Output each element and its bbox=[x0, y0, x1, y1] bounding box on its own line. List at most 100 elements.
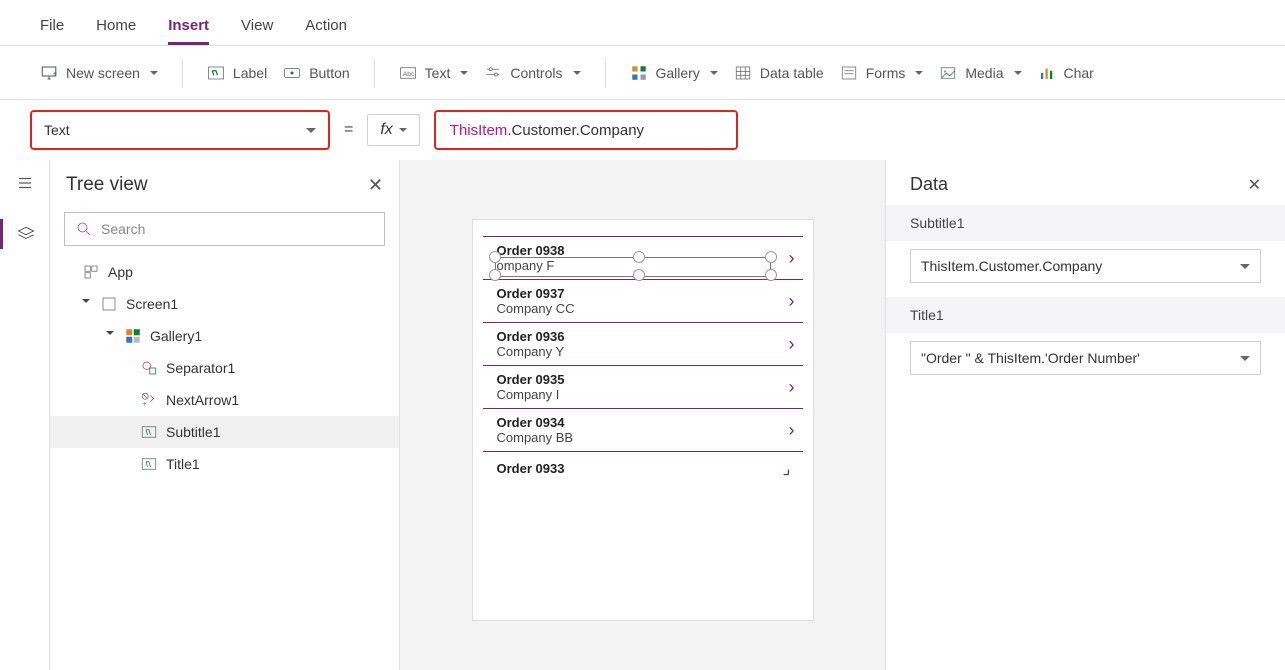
chart-icon bbox=[1038, 64, 1056, 82]
expand-icon bbox=[82, 299, 90, 307]
button-button[interactable]: Button bbox=[283, 64, 349, 82]
resize-handle[interactable] bbox=[633, 269, 645, 281]
gallery-subtitle: Company Y bbox=[497, 344, 565, 359]
close-tree-button[interactable]: ✕ bbox=[368, 175, 383, 196]
top-menubar: File Home Insert View Action bbox=[0, 0, 1285, 46]
formula-rest: .Customer.Company bbox=[507, 122, 644, 139]
gallery-subtitle: Company BB bbox=[497, 430, 574, 445]
tree-subtitle1-label: Subtitle1 bbox=[166, 424, 220, 440]
subtitle1-value: ThisItem.Customer.Company bbox=[921, 258, 1102, 274]
tree-title1[interactable]: Title1 bbox=[50, 448, 399, 480]
gallery-row[interactable]: Order 0935 Company I › bbox=[483, 366, 803, 409]
gallery-row[interactable]: Order 0933 › bbox=[483, 452, 803, 485]
divider bbox=[605, 58, 606, 88]
tree-separator1[interactable]: Separator1 bbox=[50, 352, 399, 384]
data-table-button[interactable]: Data table bbox=[734, 64, 824, 82]
subtitle1-value-dropdown[interactable]: ThisItem.Customer.Company bbox=[910, 249, 1261, 283]
tree-gallery1[interactable]: Gallery1 bbox=[50, 320, 399, 352]
tree-panel: Tree view ✕ Search App Screen1 Gallery1 bbox=[50, 160, 400, 670]
gallery-row[interactable]: Order 0934 Company BB › bbox=[483, 409, 803, 452]
ribbon-gallery-label: Gallery bbox=[656, 65, 700, 81]
gallery-row[interactable]: Order 0936 Company Y › bbox=[483, 323, 803, 366]
nextarrow-icon: + bbox=[140, 391, 158, 409]
gallery-row[interactable]: Order 0937 Company CC › bbox=[483, 280, 803, 323]
formula-bar: Text = fx ThisItem.Customer.Company bbox=[0, 100, 1285, 160]
tree-app-label: App bbox=[108, 264, 133, 280]
menu-action[interactable]: Action bbox=[305, 17, 347, 45]
menu-view[interactable]: View bbox=[241, 17, 273, 45]
gallery-subtitle: Company I bbox=[497, 387, 565, 402]
chevron-down-icon bbox=[1240, 264, 1250, 274]
tree-nextarrow1[interactable]: + NextArrow1 bbox=[50, 384, 399, 416]
tree-screen1[interactable]: Screen1 bbox=[50, 288, 399, 320]
close-data-panel-button[interactable]: ✕ bbox=[1248, 175, 1261, 195]
fx-label: fx bbox=[380, 121, 392, 139]
property-selector-value: Text bbox=[44, 122, 70, 138]
title1-value-dropdown[interactable]: "Order " & ThisItem.'Order Number' bbox=[910, 341, 1261, 375]
resize-handle[interactable] bbox=[489, 269, 501, 281]
media-dropdown[interactable]: Media bbox=[939, 64, 1021, 82]
property-selector[interactable]: Text bbox=[30, 110, 330, 150]
chevron-down-icon bbox=[460, 71, 468, 79]
forms-dropdown[interactable]: Forms bbox=[840, 64, 924, 82]
chevron-right-icon[interactable]: › bbox=[789, 334, 795, 355]
tree-app[interactable]: App bbox=[50, 256, 399, 288]
separator-icon bbox=[140, 359, 158, 377]
fx-button[interactable]: fx bbox=[367, 114, 419, 146]
title1-label: Title1 bbox=[886, 297, 1285, 333]
app-preview[interactable]: Order 0938 ompany F › Order 0937 Company… bbox=[473, 220, 813, 620]
tree-title: Tree view bbox=[66, 174, 148, 196]
controls-dropdown[interactable]: Controls bbox=[484, 64, 580, 82]
tree-title1-label: Title1 bbox=[166, 456, 200, 472]
svg-text:+: + bbox=[53, 69, 58, 78]
chevron-right-icon[interactable]: › bbox=[789, 248, 795, 269]
tree-search-input[interactable]: Search bbox=[64, 212, 385, 246]
ribbon-button-text: Button bbox=[309, 65, 349, 81]
gallery-row[interactable]: Order 0938 ompany F › bbox=[483, 236, 803, 280]
ribbon-label-text: Label bbox=[233, 65, 267, 81]
chart-dropdown[interactable]: Char bbox=[1038, 64, 1094, 82]
forms-icon bbox=[840, 64, 858, 82]
gallery-icon bbox=[630, 64, 648, 82]
resize-handle[interactable] bbox=[489, 251, 501, 263]
resize-handle[interactable] bbox=[765, 269, 777, 281]
rail-hamburger[interactable] bbox=[16, 174, 34, 195]
rail-tree-view[interactable] bbox=[0, 219, 49, 249]
chevron-right-icon[interactable]: › bbox=[789, 420, 795, 441]
menu-home[interactable]: Home bbox=[96, 17, 136, 45]
resize-handle[interactable] bbox=[633, 251, 645, 263]
data-table-icon bbox=[734, 64, 752, 82]
text-dropdown[interactable]: Abc Text bbox=[399, 64, 469, 82]
new-screen-button[interactable]: + New screen bbox=[40, 64, 158, 82]
ribbon-toolbar: + New screen Label Button Abc Text Contr… bbox=[0, 46, 1285, 100]
divider bbox=[374, 58, 375, 88]
svg-text:Abc: Abc bbox=[402, 71, 414, 78]
menu-insert[interactable]: Insert bbox=[168, 17, 209, 45]
search-placeholder: Search bbox=[101, 221, 145, 237]
gallery-title: Order 0935 bbox=[497, 372, 565, 387]
divider bbox=[182, 58, 183, 88]
formula-input[interactable]: ThisItem.Customer.Company bbox=[434, 110, 738, 150]
menu-file[interactable]: File bbox=[40, 17, 64, 45]
chevron-down-icon bbox=[306, 128, 316, 138]
tree-screen1-label: Screen1 bbox=[126, 296, 178, 312]
gallery-dropdown[interactable]: Gallery bbox=[630, 64, 718, 82]
chevron-right-icon[interactable]: › bbox=[789, 377, 795, 398]
tree-subtitle1[interactable]: Subtitle1 bbox=[50, 416, 399, 448]
chevron-down-icon bbox=[710, 71, 718, 79]
gallery-title: Order 0933 bbox=[497, 461, 565, 476]
resize-handle[interactable] bbox=[765, 251, 777, 263]
chevron-right-icon[interactable]: › bbox=[778, 463, 797, 482]
controls-icon bbox=[484, 64, 502, 82]
data-panel-title: Data bbox=[910, 174, 948, 195]
label-button[interactable]: Label bbox=[207, 64, 267, 82]
ribbon-media-label: Media bbox=[965, 65, 1003, 81]
gallery-title: Order 0934 bbox=[497, 415, 574, 430]
chevron-right-icon[interactable]: › bbox=[789, 291, 795, 312]
layers-icon bbox=[17, 225, 35, 243]
canvas[interactable]: Order 0938 ompany F › Order 0937 Company… bbox=[400, 160, 885, 670]
left-rail bbox=[0, 160, 50, 670]
expand-icon bbox=[106, 331, 114, 339]
ribbon-forms-label: Forms bbox=[866, 65, 906, 81]
screen-icon bbox=[100, 295, 118, 313]
